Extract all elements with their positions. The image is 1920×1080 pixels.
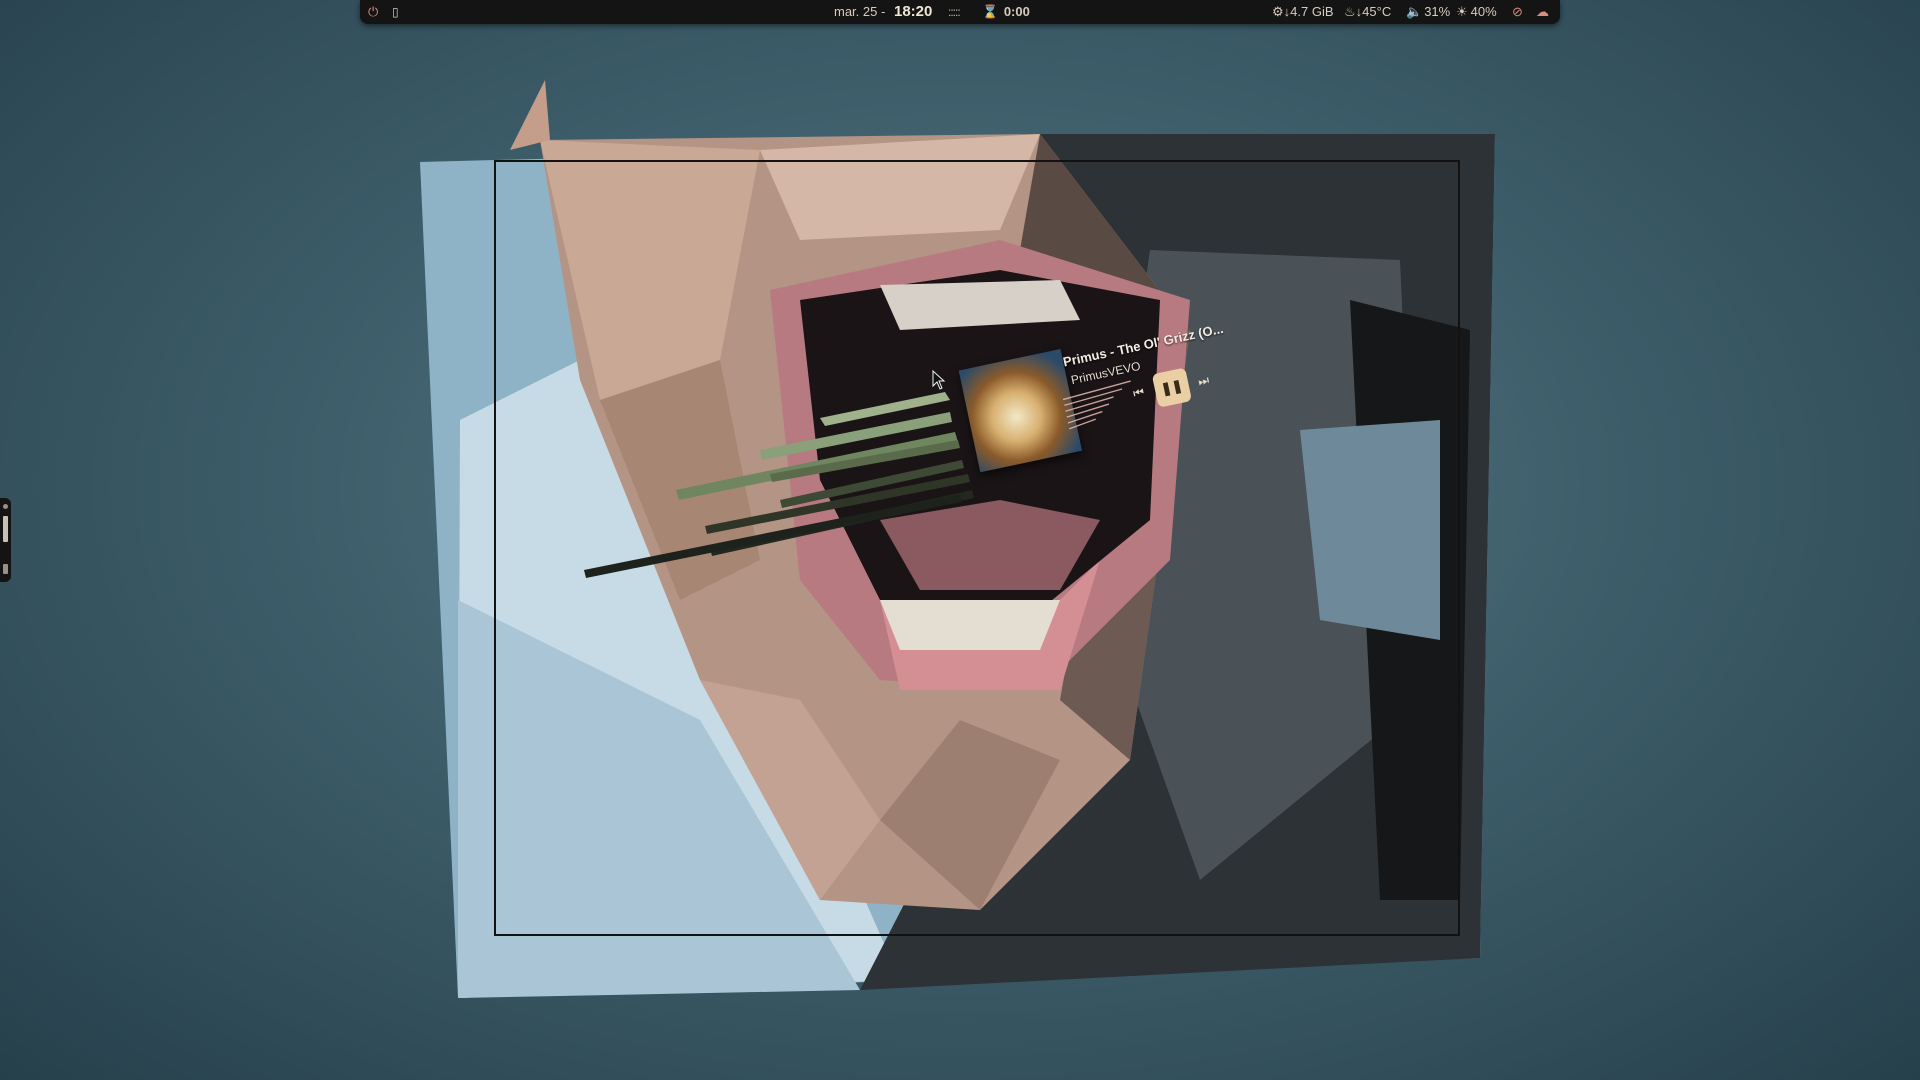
mouse-cursor-icon bbox=[932, 370, 946, 390]
skip-next-icon[interactable]: ⏭ bbox=[1197, 373, 1211, 390]
power-icon: ⏻ bbox=[368, 4, 379, 19]
volume-widget[interactable]: 🔈 31% bbox=[1406, 0, 1450, 24]
brightness-icon: ☀ bbox=[1456, 4, 1468, 19]
notification-cloud-icon: ☁ bbox=[1536, 4, 1549, 19]
network-icon: ⊘ bbox=[1512, 4, 1523, 19]
wallpaper-frame bbox=[494, 160, 1460, 936]
brightness-value: 40% bbox=[1470, 4, 1497, 19]
clock[interactable]: 18:20 bbox=[894, 0, 932, 24]
memory-value: 4.7 GiB bbox=[1290, 4, 1334, 19]
clipboard-button[interactable]: ▯ bbox=[392, 0, 399, 24]
timer-value: 0:00 bbox=[1003, 4, 1030, 19]
pause-button[interactable]: ❚❚ bbox=[1151, 367, 1193, 408]
timer-widget[interactable]: ⌛ 0:00 bbox=[982, 0, 1030, 24]
workspace-indicator[interactable]: ::::: bbox=[948, 0, 961, 24]
memory-widget[interactable]: ⚙↓4.7 GiB bbox=[1272, 0, 1334, 24]
memory-icon: ⚙ bbox=[1272, 4, 1284, 19]
date-label: mar. 25 - bbox=[834, 4, 886, 19]
network-status-button[interactable]: ⊘ bbox=[1512, 0, 1523, 24]
hourglass-icon: ⌛ bbox=[982, 4, 999, 19]
volume-value: 31% bbox=[1424, 4, 1451, 19]
side-dock[interactable] bbox=[0, 498, 11, 582]
clipboard-icon: ▯ bbox=[392, 5, 399, 19]
thermometer-icon: ♨ bbox=[1344, 4, 1356, 19]
notifications-button[interactable]: ☁ bbox=[1536, 0, 1549, 24]
temperature-value: 45°C bbox=[1362, 4, 1392, 19]
track-title: Primus - The Ol' Grizz (O... bbox=[1061, 320, 1225, 370]
dock-level-indicator bbox=[3, 516, 8, 542]
brightness-widget[interactable]: ☀ 40% bbox=[1456, 0, 1497, 24]
pause-icon: ❚❚ bbox=[1159, 377, 1184, 397]
dock-wifi-icon bbox=[3, 504, 8, 509]
power-button[interactable]: ⏻ bbox=[368, 0, 378, 24]
speaker-icon: 🔈 bbox=[1406, 4, 1423, 19]
dock-bottom-icon bbox=[3, 564, 8, 574]
temperature-widget[interactable]: ♨↓45°C bbox=[1344, 0, 1391, 24]
top-panel: ⏻ ▯ mar. 25 - 18:20 ::::: ⌛ 0:00 ⚙↓4.7 G… bbox=[360, 0, 1560, 24]
